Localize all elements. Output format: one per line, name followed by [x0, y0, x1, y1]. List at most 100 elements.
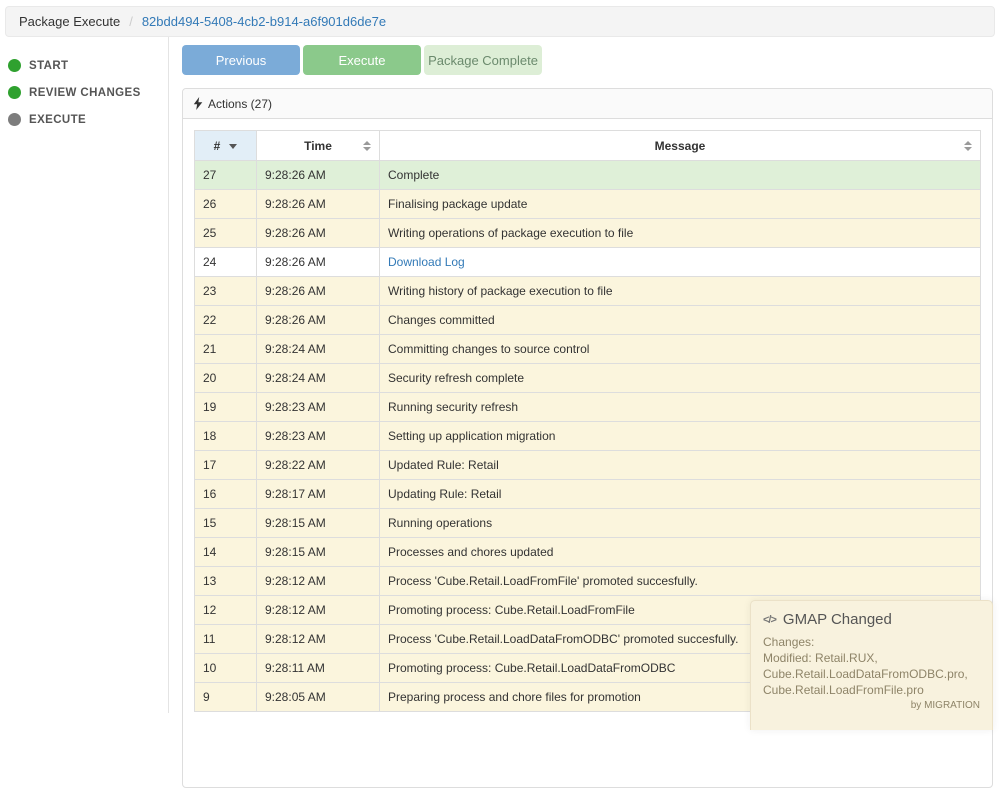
toast-title: GMAP Changed [783, 611, 892, 628]
sort-both-icon [964, 141, 972, 151]
row-message-cell: Updated Rule: Retail [380, 451, 981, 480]
step-start: START [0, 52, 168, 79]
table-row: 159:28:15 AMRunning operations [195, 509, 981, 538]
row-number-cell: 21 [195, 335, 257, 364]
breadcrumb: Package Execute / 82bdd494-5408-4cb2-b91… [5, 6, 995, 37]
table-row: 169:28:17 AMUpdating Rule: Retail [195, 480, 981, 509]
row-time-cell: 9:28:22 AM [257, 451, 380, 480]
column-header-message[interactable]: Message [380, 131, 981, 161]
row-number-cell: 9 [195, 683, 257, 712]
step-status-dot [8, 59, 21, 72]
package-complete-button[interactable]: Package Complete [424, 45, 542, 75]
row-number-cell: 15 [195, 509, 257, 538]
row-message-cell: Updating Rule: Retail [380, 480, 981, 509]
table-row: 249:28:26 AMDownload Log [195, 248, 981, 277]
column-header-time-label: Time [304, 139, 332, 153]
row-number-cell: 14 [195, 538, 257, 567]
row-message-cell: Writing history of package execution to … [380, 277, 981, 306]
table-row: 179:28:22 AMUpdated Rule: Retail [195, 451, 981, 480]
row-message-cell: Finalising package update [380, 190, 981, 219]
table-row: 189:28:23 AMSetting up application migra… [195, 422, 981, 451]
row-time-cell: 9:28:26 AM [257, 161, 380, 190]
step-review-changes: REVIEW CHANGES [0, 79, 168, 106]
table-row: 139:28:12 AMProcess 'Cube.Retail.LoadFro… [195, 567, 981, 596]
download-log-link[interactable]: Download Log [388, 255, 465, 269]
wizard-toolbar: Previous Execute Package Complete [182, 45, 993, 75]
row-message-cell: Changes committed [380, 306, 981, 335]
row-message-cell: Running security refresh [380, 393, 981, 422]
row-time-cell: 9:28:26 AM [257, 277, 380, 306]
row-time-cell: 9:28:11 AM [257, 654, 380, 683]
code-icon: </> [763, 614, 776, 626]
row-time-cell: 9:28:05 AM [257, 683, 380, 712]
table-row: 269:28:26 AMFinalising package update [195, 190, 981, 219]
row-time-cell: 9:28:12 AM [257, 625, 380, 654]
table-row: 199:28:23 AMRunning security refresh [195, 393, 981, 422]
table-row: 219:28:24 AMCommitting changes to source… [195, 335, 981, 364]
breadcrumb-package-id-link[interactable]: 82bdd494-5408-4cb2-b914-a6f901d6de7e [142, 14, 386, 29]
steps-sidebar: START REVIEW CHANGES EXECUTE [0, 37, 169, 713]
toast-line: Cube.Retail.LoadDataFromODBC.pro, [763, 666, 980, 682]
toast-line: Changes: [763, 634, 980, 650]
row-time-cell: 9:28:26 AM [257, 190, 380, 219]
row-time-cell: 9:28:23 AM [257, 422, 380, 451]
table-row: 229:28:26 AMChanges committed [195, 306, 981, 335]
row-time-cell: 9:28:23 AM [257, 393, 380, 422]
toast-byline: by MIGRATION [763, 700, 980, 711]
row-time-cell: 9:28:26 AM [257, 306, 380, 335]
sort-descending-icon [229, 144, 237, 149]
previous-button[interactable]: Previous [182, 45, 300, 75]
step-status-dot [8, 86, 21, 99]
toast-line: Modified: Retail.RUX, [763, 650, 980, 666]
row-time-cell: 9:28:15 AM [257, 509, 380, 538]
step-execute: EXECUTE [0, 106, 168, 133]
row-number-cell: 11 [195, 625, 257, 654]
toast-line: Cube.Retail.LoadFromFile.pro [763, 682, 980, 698]
breadcrumb-section: Package Execute [19, 14, 120, 29]
row-number-cell: 25 [195, 219, 257, 248]
column-header-message-label: Message [655, 139, 706, 153]
column-header-num-label: # [214, 139, 221, 153]
step-label: EXECUTE [29, 114, 86, 126]
toast-title-row: </> GMAP Changed [763, 611, 980, 628]
row-time-cell: 9:28:12 AM [257, 567, 380, 596]
lightning-bolt-icon [193, 97, 203, 110]
row-time-cell: 9:28:24 AM [257, 364, 380, 393]
row-message-cell: Complete [380, 161, 981, 190]
row-message-cell: Running operations [380, 509, 981, 538]
row-number-cell: 10 [195, 654, 257, 683]
table-row: 279:28:26 AMComplete [195, 161, 981, 190]
row-time-cell: 9:28:26 AM [257, 219, 380, 248]
row-message-cell: Processes and chores updated [380, 538, 981, 567]
row-number-cell: 22 [195, 306, 257, 335]
row-number-cell: 13 [195, 567, 257, 596]
table-row: 209:28:24 AMSecurity refresh complete [195, 364, 981, 393]
column-header-num[interactable]: # [195, 131, 257, 161]
actions-panel-title: Actions (27) [208, 97, 272, 111]
step-label: REVIEW CHANGES [29, 87, 141, 99]
execute-button[interactable]: Execute [303, 45, 421, 75]
row-number-cell: 16 [195, 480, 257, 509]
column-header-time[interactable]: Time [257, 131, 380, 161]
row-number-cell: 19 [195, 393, 257, 422]
row-number-cell: 12 [195, 596, 257, 625]
row-time-cell: 9:28:12 AM [257, 596, 380, 625]
table-row: 239:28:26 AMWriting history of package e… [195, 277, 981, 306]
table-row: 149:28:15 AMProcesses and chores updated [195, 538, 981, 567]
actions-panel-header: Actions (27) [183, 89, 992, 119]
row-time-cell: 9:28:26 AM [257, 248, 380, 277]
table-header-row: # Time Message [195, 131, 981, 161]
row-number-cell: 17 [195, 451, 257, 480]
row-message-cell: Setting up application migration [380, 422, 981, 451]
row-time-cell: 9:28:24 AM [257, 335, 380, 364]
table-row: 259:28:26 AMWriting operations of packag… [195, 219, 981, 248]
row-number-cell: 20 [195, 364, 257, 393]
row-message-cell: Security refresh complete [380, 364, 981, 393]
row-number-cell: 26 [195, 190, 257, 219]
row-message-cell: Committing changes to source control [380, 335, 981, 364]
sort-both-icon [363, 141, 371, 151]
gmap-changed-toast[interactable]: </> GMAP Changed Changes: Modified: Reta… [750, 600, 993, 730]
row-time-cell: 9:28:17 AM [257, 480, 380, 509]
step-status-dot [8, 113, 21, 126]
row-number-cell: 23 [195, 277, 257, 306]
